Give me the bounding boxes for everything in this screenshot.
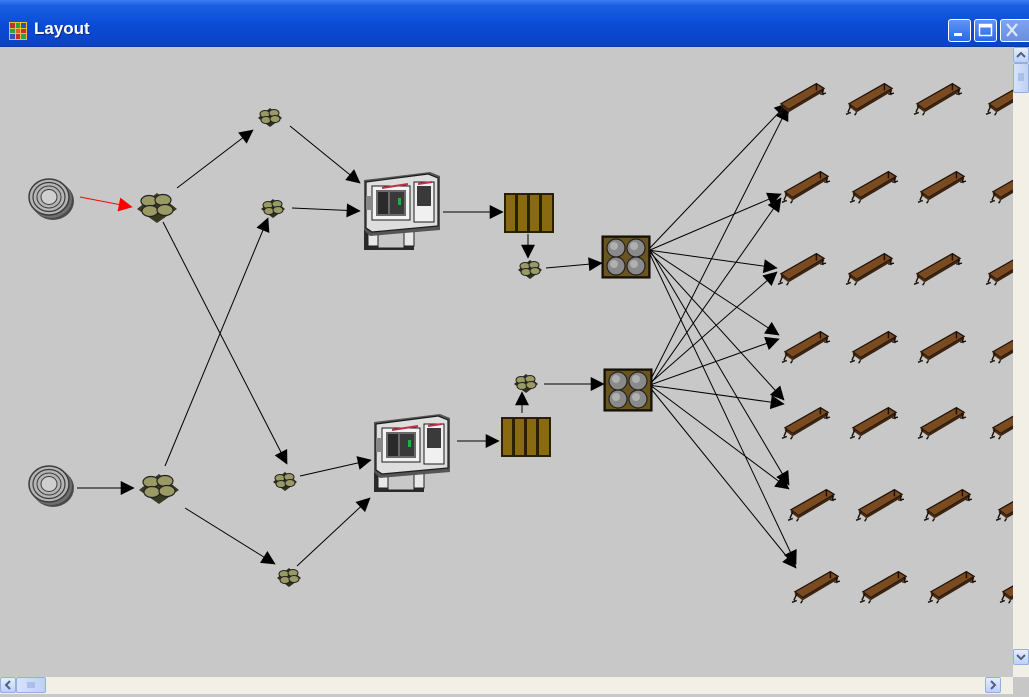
grip-icon xyxy=(27,682,35,688)
connection-arrow xyxy=(162,221,288,465)
connection-arrow xyxy=(647,384,797,569)
workbench-r5-c1[interactable] xyxy=(781,406,831,441)
connection-arrow xyxy=(545,257,603,272)
buffer-large-top[interactable] xyxy=(136,192,178,224)
workbench-r5-c2[interactable] xyxy=(849,406,899,441)
conveyor-top[interactable] xyxy=(504,193,554,233)
workbench-r1-c2[interactable] xyxy=(845,82,895,117)
workbench-r5-c3[interactable] xyxy=(917,406,967,441)
scroll-right-button[interactable] xyxy=(985,677,1001,693)
workbench-r2-c2[interactable] xyxy=(849,170,899,205)
distributor-bottom[interactable] xyxy=(603,368,653,412)
connection-arrow xyxy=(649,336,780,386)
workbench-r6-c3[interactable] xyxy=(923,488,973,523)
minimize-button[interactable] xyxy=(948,19,971,42)
buffer-small-6[interactable] xyxy=(513,373,539,394)
horizontal-scroll-thumb[interactable] xyxy=(16,677,46,693)
buffer-small-3[interactable] xyxy=(272,471,298,492)
source-disc-stack-bottom[interactable] xyxy=(28,465,75,508)
connection-arrow xyxy=(289,125,361,184)
workbench-r1-c4[interactable] xyxy=(985,82,1029,117)
scroll-down-button[interactable] xyxy=(1013,649,1029,665)
distributor-top[interactable] xyxy=(601,235,651,279)
connection-arrow xyxy=(649,192,782,251)
workbench-r2-c4[interactable] xyxy=(989,170,1029,205)
connection-arrow xyxy=(291,203,361,218)
workbench-r4-c2[interactable] xyxy=(849,330,899,365)
machine-bottom[interactable] xyxy=(373,413,451,493)
layout-window: Layout xyxy=(0,0,1029,694)
workbench-r6-c2[interactable] xyxy=(855,488,905,523)
workbench-r7-c2[interactable] xyxy=(859,570,909,605)
workbench-r3-c1[interactable] xyxy=(777,252,827,287)
buffer-large-bottom[interactable] xyxy=(138,473,180,505)
diagram-nodes xyxy=(28,82,1029,605)
close-icon xyxy=(1006,23,1018,37)
connection-arrow xyxy=(184,507,276,565)
maximize-button[interactable] xyxy=(974,19,997,42)
workbench-r3-c2[interactable] xyxy=(845,252,895,287)
vertical-scroll-thumb[interactable] xyxy=(1013,63,1029,93)
workbench-r7-c1[interactable] xyxy=(791,570,841,605)
workbench-r2-c3[interactable] xyxy=(917,170,967,205)
workbench-r3-c4[interactable] xyxy=(985,252,1029,287)
workbench-r7-c4[interactable] xyxy=(999,570,1029,605)
chevron-right-icon xyxy=(990,680,997,690)
workbench-r3-c3[interactable] xyxy=(913,252,963,287)
connection-arrow xyxy=(647,384,785,410)
connection-arrow xyxy=(176,129,254,189)
buffer-small-5[interactable] xyxy=(517,259,543,280)
connection-arrow xyxy=(299,456,372,477)
scroll-up-button[interactable] xyxy=(1013,47,1029,63)
horizontal-scrollbar[interactable] xyxy=(0,677,1013,694)
connection-arrow xyxy=(296,497,371,567)
title-bar[interactable]: Layout xyxy=(0,0,1029,47)
connection-arrow xyxy=(647,271,778,386)
source-disc-stack-top[interactable] xyxy=(28,178,75,221)
grip-icon xyxy=(1018,73,1024,81)
workbench-r4-c1[interactable] xyxy=(781,330,831,365)
highlighted-connection-arrow xyxy=(79,196,133,212)
buffer-small-2[interactable] xyxy=(260,198,286,219)
workbench-r1-c1[interactable] xyxy=(777,82,827,117)
chevron-up-icon xyxy=(1016,51,1026,58)
workbench-r5-c4[interactable] xyxy=(989,406,1029,441)
scroll-left-button[interactable] xyxy=(0,677,16,693)
workbench-r6-c1[interactable] xyxy=(787,488,837,523)
chevron-left-icon xyxy=(4,680,11,690)
workbench-r2-c1[interactable] xyxy=(781,170,831,205)
workbench-r4-c4[interactable] xyxy=(989,330,1029,365)
window-title: Layout xyxy=(34,19,90,38)
buffer-small-4[interactable] xyxy=(276,567,302,588)
workbench-r1-c3[interactable] xyxy=(913,82,963,117)
maximize-icon xyxy=(978,23,993,37)
machine-top[interactable] xyxy=(363,171,441,251)
workbench-r6-c4[interactable] xyxy=(995,488,1029,523)
minimize-icon xyxy=(954,33,962,36)
workbench-r7-c3[interactable] xyxy=(927,570,977,605)
vertical-scrollbar[interactable] xyxy=(1013,47,1029,677)
buffer-small-1[interactable] xyxy=(257,107,283,128)
close-button[interactable] xyxy=(1000,19,1029,42)
connection-lines xyxy=(77,102,797,569)
connection-arrow xyxy=(647,102,789,251)
layout-app-icon xyxy=(9,22,27,40)
chevron-down-icon xyxy=(1016,654,1026,661)
workbench-r4-c3[interactable] xyxy=(917,330,967,365)
connection-arrow xyxy=(647,249,778,274)
layout-canvas[interactable] xyxy=(0,47,1029,677)
connection-arrow xyxy=(649,197,782,386)
conveyor-bottom[interactable] xyxy=(501,417,551,457)
flow-diagram xyxy=(28,82,1029,605)
